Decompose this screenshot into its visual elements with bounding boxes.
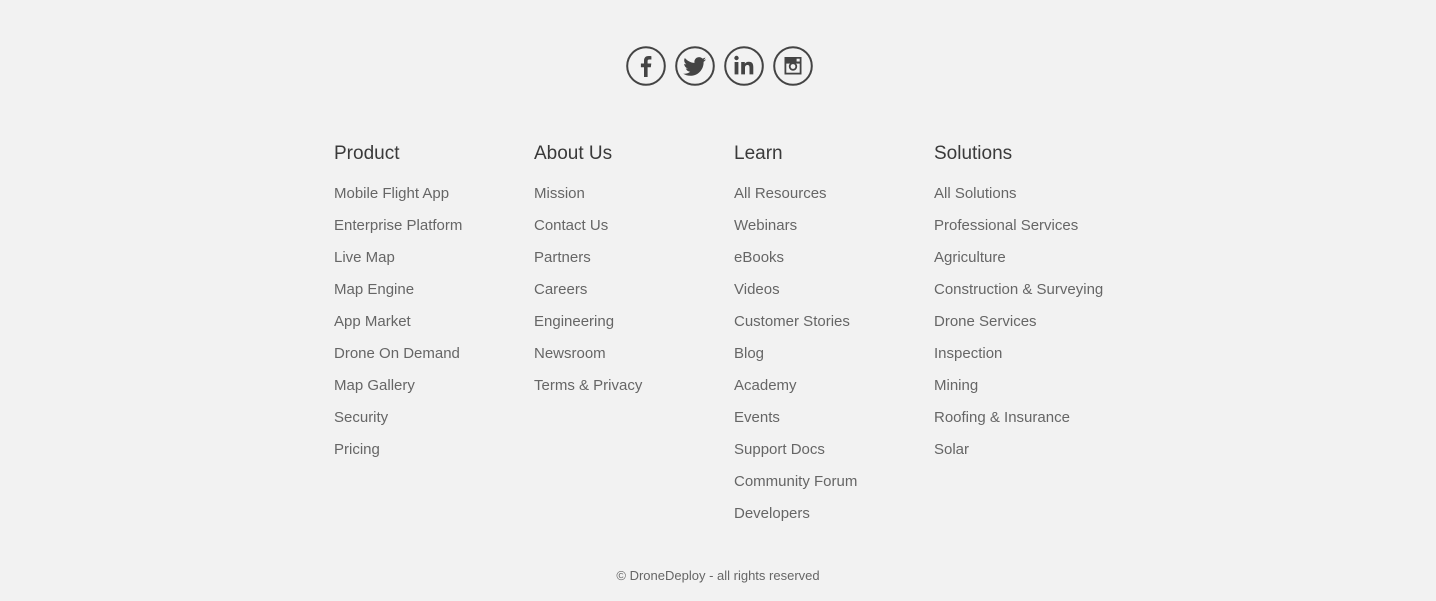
list-item: Contact Us — [534, 216, 734, 248]
list-item: Support Docs — [734, 440, 934, 472]
list-item: All Resources — [734, 184, 934, 216]
footer-link[interactable]: Events — [734, 409, 780, 426]
list-item: Roofing & Insurance — [934, 408, 1134, 440]
footer-link[interactable]: Videos — [734, 281, 780, 298]
footer-link[interactable]: Contact Us — [534, 217, 608, 234]
list-item: Partners — [534, 248, 734, 280]
footer-link[interactable]: Careers — [534, 281, 587, 298]
footer-link[interactable]: Developers — [734, 505, 810, 522]
list-item: Agriculture — [934, 248, 1134, 280]
link-list: Mobile Flight App Enterprise Platform Live… — [334, 184, 534, 472]
footer-link[interactable]: Security — [334, 409, 388, 426]
footer-link[interactable]: Terms & Privacy — [534, 377, 642, 394]
list-item: Community Forum — [734, 472, 934, 504]
list-item: Professional Services — [934, 216, 1134, 248]
list-item: eBooks — [734, 248, 934, 280]
list-item: Drone Services — [934, 312, 1134, 344]
footer-link[interactable]: Solar — [934, 441, 969, 458]
footer-link[interactable]: Map Engine — [334, 281, 414, 298]
list-item: Careers — [534, 280, 734, 312]
list-item: Mining — [934, 376, 1134, 408]
footer-link[interactable]: Pricing — [334, 441, 380, 458]
link-list: Mission Contact Us Partners Careers Engineer… — [534, 184, 734, 408]
list-item: Terms & Privacy — [534, 376, 734, 408]
list-item: Pricing — [334, 440, 534, 472]
footer-link[interactable]: Mining — [934, 377, 978, 394]
footer-link[interactable]: Mobile Flight App — [334, 185, 449, 202]
list-item: Developers — [734, 504, 934, 536]
footer-link[interactable]: App Market — [334, 313, 411, 330]
footer-link[interactable]: Blog — [734, 345, 764, 362]
footer-link[interactable]: Live Map — [334, 249, 395, 266]
column-title: Solutions — [934, 143, 1013, 164]
list-item: App Market — [334, 312, 534, 344]
list-item: Live Map — [334, 248, 534, 280]
list-item: Drone On Demand — [334, 344, 534, 376]
list-item: Blog — [734, 344, 934, 376]
facebook-icon — [626, 46, 666, 86]
list-item: Solar — [934, 440, 1134, 472]
list-item: Webinars — [734, 216, 934, 248]
link-list: All Solutions Professional Services Agricu… — [934, 184, 1134, 472]
list-item: Map Gallery — [334, 376, 534, 408]
footer-link[interactable]: Construction & Surveying — [934, 281, 1103, 298]
list-item: Map Engine — [334, 280, 534, 312]
list-item: Inspection — [934, 344, 1134, 376]
footer-link[interactable]: Community Forum — [734, 473, 857, 490]
footer-link[interactable]: All Solutions — [934, 185, 1017, 202]
list-item: Engineering — [534, 312, 734, 344]
footer-column-product: Product Mobile Flight App Enterprise Plat… — [334, 141, 534, 536]
footer-link[interactable]: Drone On Demand — [334, 345, 460, 362]
footer-link[interactable]: Mission — [534, 185, 585, 202]
link-list: All Resources Webinars eBooks Videos Custome… — [734, 184, 934, 536]
column-title: Product — [334, 143, 400, 164]
footer-columns: Product Mobile Flight App Enterprise Plat… — [334, 141, 1134, 536]
footer-link[interactable]: Webinars — [734, 217, 797, 234]
linkedin-icon — [724, 46, 764, 86]
footer-column-learn: Learn All Resources Webinars eBooks Videos C… — [734, 141, 934, 536]
footer-column-about-us: About Us Mission Contact Us Partners Career… — [534, 141, 734, 536]
facebook-link[interactable] — [626, 46, 666, 86]
copyright-text: © DroneDeploy - all rights reserved — [616, 568, 820, 583]
footer-link[interactable]: Professional Services — [934, 217, 1078, 234]
footer-link[interactable]: Agriculture — [934, 249, 1006, 266]
footer-link[interactable]: Academy — [734, 377, 797, 394]
list-item: Newsroom — [534, 344, 734, 376]
footer-link[interactable]: Newsroom — [534, 345, 606, 362]
footer-link[interactable]: Drone Services — [934, 313, 1037, 330]
list-item: Security — [334, 408, 534, 440]
footer-link[interactable]: Customer Stories — [734, 313, 850, 330]
footer-link[interactable]: Engineering — [534, 313, 614, 330]
footer-link[interactable]: Partners — [534, 249, 591, 266]
instagram-link[interactable] — [773, 46, 813, 86]
list-item: Enterprise Platform — [334, 216, 534, 248]
footer-link[interactable]: Inspection — [934, 345, 1002, 362]
column-title: Learn — [734, 143, 783, 164]
list-item: Construction & Surveying — [934, 280, 1134, 312]
list-item: Events — [734, 408, 934, 440]
twitter-link[interactable] — [675, 46, 715, 86]
list-item: All Solutions — [934, 184, 1134, 216]
twitter-icon — [675, 46, 715, 86]
list-item: Academy — [734, 376, 934, 408]
footer-link[interactable]: All Resources — [734, 185, 827, 202]
footer-link[interactable]: Roofing & Insurance — [934, 409, 1070, 426]
list-item: Mission — [534, 184, 734, 216]
column-title: About Us — [534, 143, 613, 164]
footer-link[interactable]: eBooks — [734, 249, 784, 266]
footer-column-solutions: Solutions All Solutions Professional Serv… — [934, 141, 1134, 536]
linkedin-link[interactable] — [724, 46, 764, 86]
list-item: Videos — [734, 280, 934, 312]
footer-link[interactable]: Enterprise Platform — [334, 217, 462, 234]
instagram-icon — [773, 46, 813, 86]
footer-link[interactable]: Support Docs — [734, 441, 825, 458]
list-item: Mobile Flight App — [334, 184, 534, 216]
footer-link[interactable]: Map Gallery — [334, 377, 415, 394]
social-links — [626, 46, 813, 86]
list-item: Customer Stories — [734, 312, 934, 344]
